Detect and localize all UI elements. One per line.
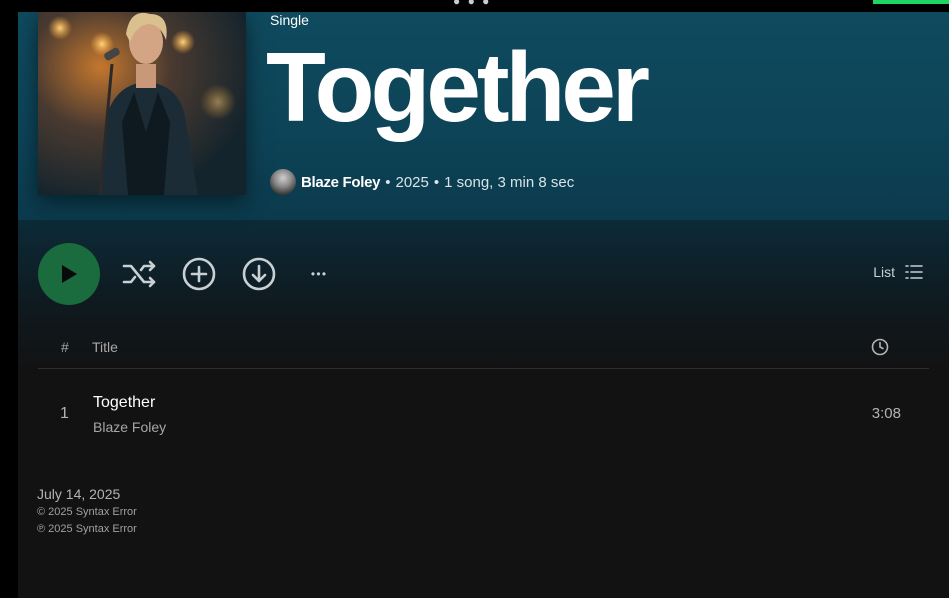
release-date: July 14, 2025 bbox=[37, 486, 121, 502]
play-icon bbox=[62, 265, 77, 283]
clock-icon bbox=[871, 338, 889, 359]
track-row[interactable]: 1 Together Blaze Foley 3:08 bbox=[38, 386, 929, 446]
track-title[interactable]: Together bbox=[93, 394, 155, 412]
add-to-library-button[interactable] bbox=[181, 256, 217, 292]
top-accent-bar bbox=[873, 0, 949, 4]
track-number: 1 bbox=[60, 405, 69, 422]
track-artist[interactable]: Blaze Foley bbox=[93, 419, 166, 435]
shuffle-icon bbox=[122, 260, 156, 288]
view-toggle[interactable]: List bbox=[873, 264, 923, 280]
artist-avatar[interactable] bbox=[270, 169, 296, 195]
left-edge bbox=[0, 0, 18, 598]
meta-separator: • bbox=[433, 173, 440, 191]
album-meta: Blaze Foley • 2025 • 1 song, 3 min 8 sec bbox=[270, 169, 574, 195]
more-options-button[interactable]: • • • bbox=[300, 256, 336, 292]
more-options-icon: • • • bbox=[310, 267, 326, 281]
album-type-label: Single bbox=[270, 12, 309, 28]
copyright-line: © 2025 Syntax Error bbox=[37, 506, 137, 518]
window-top-bar: ● ● ● bbox=[0, 0, 949, 12]
meta-separator: • bbox=[385, 173, 391, 191]
view-label: List bbox=[873, 264, 895, 280]
album-year: 2025 bbox=[395, 173, 429, 191]
track-duration: 3:08 bbox=[871, 405, 901, 422]
top-nav-glyphs: ● ● ● bbox=[453, 0, 492, 8]
add-circle-icon bbox=[182, 257, 216, 291]
phonographic-copyright-line: ℗ 2025 Syntax Error bbox=[37, 523, 137, 535]
album-page: Single Together Blaze Foley • 2025 • 1 s… bbox=[18, 12, 949, 598]
download-icon bbox=[242, 257, 276, 291]
album-title: Together bbox=[266, 32, 650, 142]
artist-link[interactable]: Blaze Foley bbox=[301, 174, 381, 191]
shuffle-button[interactable] bbox=[122, 256, 158, 292]
album-cover[interactable] bbox=[38, 12, 246, 195]
list-view-icon bbox=[905, 265, 923, 279]
play-button[interactable] bbox=[38, 243, 100, 305]
column-title: Title bbox=[92, 339, 118, 355]
track-list-header: # Title bbox=[38, 332, 929, 369]
column-number: # bbox=[61, 339, 69, 355]
album-summary: 1 song, 3 min 8 sec bbox=[444, 173, 575, 191]
download-button[interactable] bbox=[241, 256, 277, 292]
